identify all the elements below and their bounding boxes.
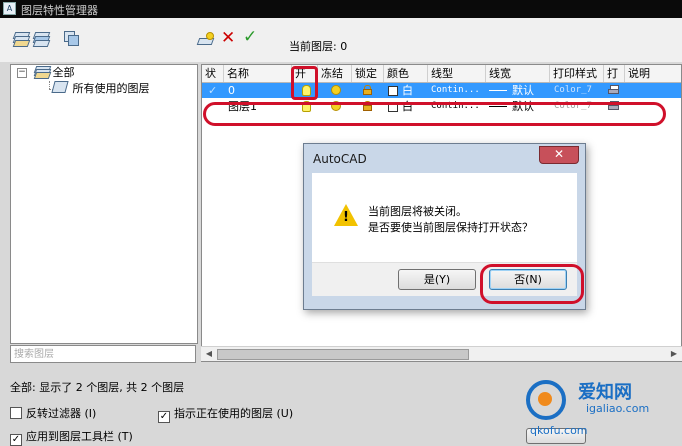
warning-exclamation: ! <box>343 210 349 225</box>
filter-layers-icon <box>51 81 69 93</box>
scroll-thumb[interactable] <box>217 349 469 360</box>
annotation-no-button <box>480 264 584 304</box>
column-header-linetype[interactable]: 线型 <box>428 65 486 82</box>
layer-name[interactable]: 0 <box>228 83 235 98</box>
dialog-message-line1: 当前图层将被关闭。 <box>368 205 467 218</box>
apply-to-toolbar-checkbox[interactable]: ✓ 应用到图层工具栏 (T) <box>10 430 133 446</box>
unlock-icon[interactable] <box>363 85 372 95</box>
layer-linetype[interactable]: Contin... <box>431 83 480 98</box>
scroll-left-icon[interactable]: ◀ <box>203 348 215 360</box>
filter-tree-panel[interactable]: − 全部 所有使用的图层 <box>10 64 198 344</box>
checkbox-label: 应用到图层工具栏 (T) <box>26 430 133 443</box>
tree-item-all-label: 全部 <box>52 66 75 79</box>
column-header-plot[interactable]: 打 <box>604 65 625 82</box>
lineweight-sample <box>489 90 507 91</box>
checkbox-box[interactable]: ✓ <box>10 434 22 446</box>
status-text: 全部: 显示了 2 个图层, 共 2 个图层 <box>10 381 185 394</box>
dialog-title: AutoCAD <box>313 152 367 166</box>
close-icon[interactable]: ✕ <box>539 146 579 164</box>
watermark-logo: 爱知网 igaliao.com qkofu.com <box>522 372 682 444</box>
collapse-icon[interactable]: − <box>17 68 27 78</box>
watermark-url: qkofu.com <box>530 424 588 437</box>
annotation-layer1-row <box>203 102 666 126</box>
checkbox-label: 反转过滤器 (I) <box>26 407 97 420</box>
tree-item-used-layers[interactable]: 所有使用的图层 <box>51 81 150 95</box>
invert-filter-checkbox[interactable]: 反转过滤器 (I) <box>10 407 96 421</box>
layers-icon <box>33 66 52 79</box>
column-header-description[interactable]: 说明 <box>625 65 681 82</box>
color-swatch[interactable] <box>388 86 398 96</box>
thaw-sun-icon[interactable] <box>331 85 341 95</box>
layer-states-manager-icon[interactable] <box>62 30 80 46</box>
column-header-status[interactable]: 状 <box>202 65 224 82</box>
current-layer-check-icon: ✓ <box>208 84 218 97</box>
checkbox-box[interactable] <box>10 407 22 419</box>
set-current-icon[interactable]: ✓ <box>243 29 261 46</box>
grid-header: 状 名称 开 冻结 锁定 颜色 线型 线宽 打印样式 打 说明 <box>202 65 681 83</box>
checkbox-label: 指示正在使用的图层 (U) <box>174 407 294 420</box>
horizontal-scrollbar[interactable]: ◀ ▶ <box>201 346 682 361</box>
layer-lineweight[interactable]: 默认 <box>512 83 534 98</box>
annotation-on-column <box>291 66 318 100</box>
watermark-text: 爱知网 <box>578 382 632 403</box>
new-property-filter-icon[interactable] <box>12 30 31 47</box>
column-header-name[interactable]: 名称 <box>224 65 292 82</box>
layer-color[interactable]: 白 <box>402 83 413 98</box>
scroll-right-icon[interactable]: ▶ <box>668 348 680 360</box>
new-group-filter-icon[interactable] <box>32 30 51 47</box>
delete-layer-icon[interactable]: ✕ <box>221 30 239 47</box>
column-header-color[interactable]: 颜色 <box>384 65 428 82</box>
current-layer-label: 当前图层: 0 <box>289 40 348 53</box>
tree-item-all[interactable]: 全部 <box>33 66 75 80</box>
tree-item-used-layers-label: 所有使用的图层 <box>72 82 150 95</box>
watermark-url: igaliao.com <box>586 402 650 415</box>
window-title: 图层特性管理器 <box>21 4 98 17</box>
layer-plot-style: Color_7 <box>554 85 592 95</box>
current-layer-value: 0 <box>340 40 348 53</box>
checkbox-box[interactable]: ✓ <box>158 411 170 423</box>
search-layer-input[interactable]: 搜索图层 <box>10 345 196 363</box>
column-header-plot-style[interactable]: 打印样式 <box>550 65 604 82</box>
yes-button[interactable]: 是(Y) <box>398 269 476 290</box>
column-header-freeze[interactable]: 冻结 <box>318 65 352 82</box>
table-row[interactable]: ✓ 0 白 Contin... 默认 Color_7 <box>202 83 681 98</box>
autocad-app-icon: A <box>3 2 16 15</box>
dialog-message-line2: 是否要使当前图层保持打开状态？ <box>368 221 533 234</box>
printer-icon[interactable] <box>608 85 619 95</box>
title-bar: A 图层特性管理器 <box>0 0 682 18</box>
column-header-lock[interactable]: 锁定 <box>352 65 384 82</box>
new-layer-icon[interactable] <box>196 32 216 48</box>
column-header-lineweight[interactable]: 线宽 <box>486 65 550 82</box>
tree-connector <box>49 81 51 89</box>
indicate-used-layers-checkbox[interactable]: ✓ 指示正在使用的图层 (U) <box>158 407 294 423</box>
